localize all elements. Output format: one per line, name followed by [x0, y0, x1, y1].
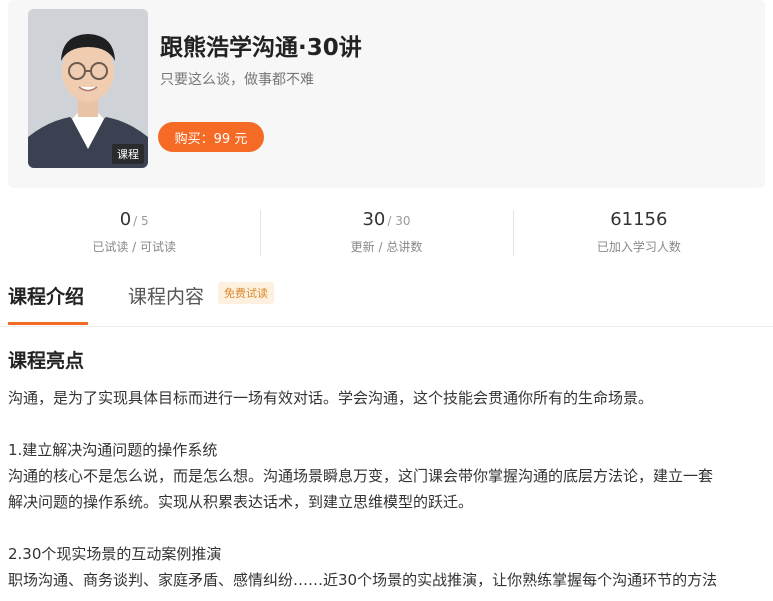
stat-value: 30 — [362, 209, 386, 230]
stat-value: 0 — [119, 209, 132, 230]
buy-button[interactable]: 购买：99 元 — [158, 122, 264, 152]
stat-label: 已试读 / 可试读 — [92, 240, 176, 254]
active-tab-indicator — [8, 322, 88, 325]
stat-trial-read: 0/ 5 已试读 / 可试读 — [8, 208, 260, 264]
tab-bar: 课程介绍 课程内容 — [0, 276, 773, 327]
course-subtitle: 只要这么谈，做事都不难 — [160, 72, 314, 88]
point-2-line: 职场沟通、商务谈判、家庭矛盾、感情纠纷……近30个场景的实战推演，让你熟练掌握每… — [8, 571, 718, 589]
point-2-title: 2.30个现实场景的互动案例推演 — [8, 545, 222, 563]
course-title: 跟熊浩学沟通·30讲 — [160, 35, 362, 61]
course-stats: 0/ 5 已试读 / 可试读 30/ 30 更新 / 总讲数 61156 已加入… — [8, 208, 765, 264]
cover-tag: 课程 — [112, 144, 144, 164]
section-title: 课程亮点 — [8, 350, 85, 372]
point-1-title: 1.建立解决沟通问题的操作系统 — [8, 441, 218, 459]
stat-total: / 5 — [133, 214, 149, 228]
point-1-line: 沟通的核心不是怎么说，而是怎么想。沟通场景瞬息万变，这门课会带你掌握沟通的底层方… — [8, 467, 714, 485]
tab-course-content[interactable]: 课程内容 — [128, 282, 204, 309]
stat-total: / 30 — [387, 214, 411, 228]
stat-label: 更新 / 总讲数 — [350, 240, 423, 254]
stat-updates: 30/ 30 更新 / 总讲数 — [260, 208, 512, 264]
tab-course-intro[interactable]: 课程介绍 — [8, 282, 84, 309]
free-trial-badge: 免费试读 — [218, 282, 274, 304]
stat-learners: 61156 已加入学习人数 — [512, 208, 765, 264]
intro-paragraph: 沟通，是为了实现具体目标而进行一场有效对话。学会沟通，这个技能会贯通你所有的生命… — [8, 389, 654, 407]
stat-label: 已加入学习人数 — [596, 240, 681, 254]
stat-value: 61156 — [610, 209, 668, 230]
course-cover-image: 课程 — [28, 9, 148, 168]
course-description: 课程亮点 沟通，是为了实现具体目标而进行一场有效对话。学会沟通，这个技能会贯通你… — [8, 346, 765, 593]
point-1-line: 解决问题的操作系统。实现从积累表达话术，到建立思维模型的跃迁。 — [8, 493, 474, 511]
